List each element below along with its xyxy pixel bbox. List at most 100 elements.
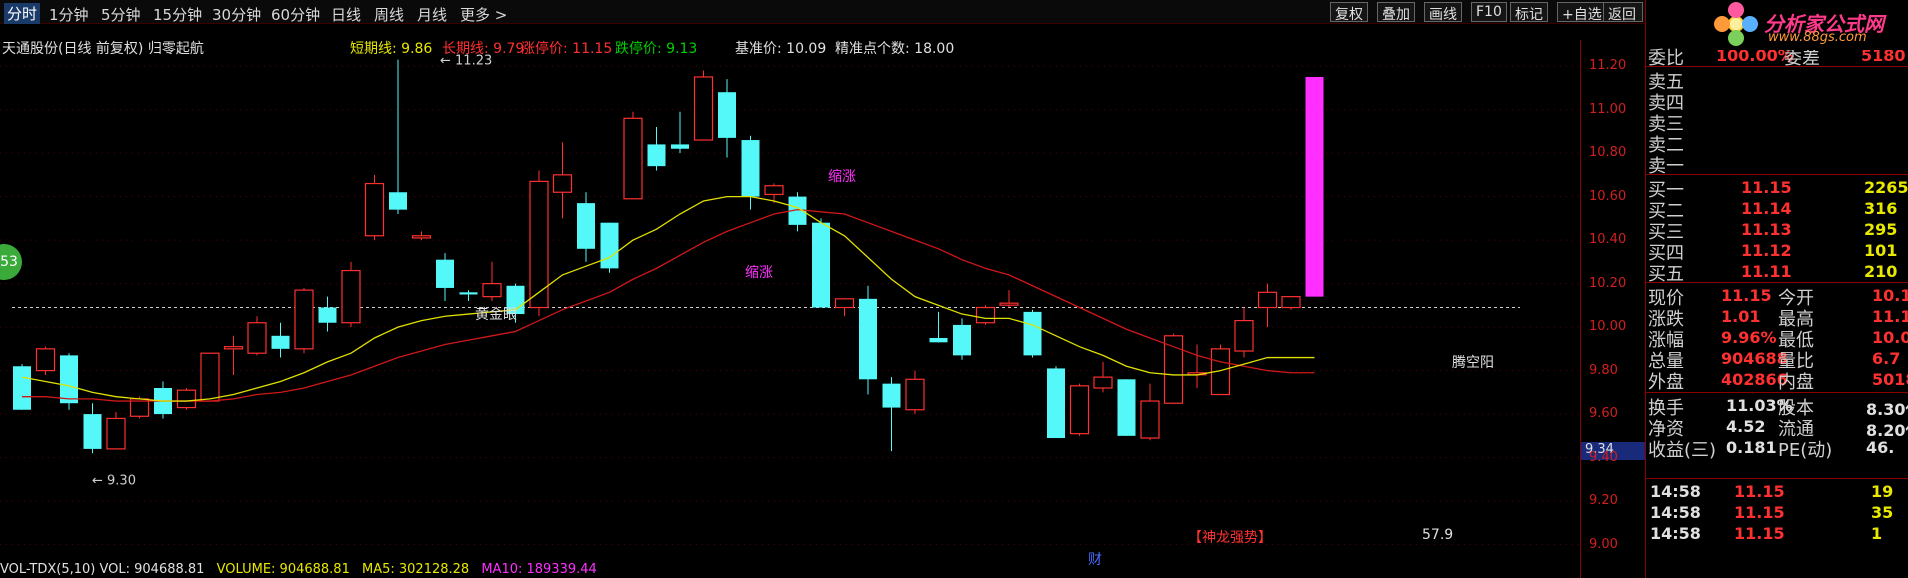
candle-body <box>693 76 714 141</box>
adjust-button[interactable]: 复权 <box>1330 2 1368 23</box>
candle-body <box>623 117 643 200</box>
stat-value: 9.96% <box>1721 328 1777 347</box>
panel-divider <box>1646 174 1908 175</box>
price-tick: 11.20 <box>1589 58 1627 74</box>
candle-body <box>905 378 925 411</box>
price-tick: 11.00 <box>1589 101 1627 117</box>
buy-volume: 101 <box>1864 241 1898 260</box>
price-tick: 9.80 <box>1589 362 1618 378</box>
tab-60min[interactable]: 60分钟 <box>271 4 320 25</box>
tick-time: 14:58 <box>1650 524 1701 543</box>
tick-volume: 1 <box>1871 524 1883 543</box>
tick-price: 11.15 <box>1734 482 1785 501</box>
stat-value: 11.15 <box>1721 286 1772 305</box>
candle-body <box>13 366 31 410</box>
panel-divider <box>1646 392 1908 393</box>
price-tick: 9.60 <box>1589 406 1618 422</box>
candle-body <box>60 355 78 404</box>
candle-body <box>411 235 432 239</box>
candle-body <box>318 307 337 323</box>
candle-body <box>975 306 996 324</box>
price-tick: 10.00 <box>1589 319 1627 335</box>
candle-body <box>83 414 102 449</box>
volume-label: VOLUME: 904688.81 <box>216 562 350 577</box>
tab-monthly[interactable]: 月线 <box>417 4 447 25</box>
candle-body <box>953 324 971 356</box>
quote-panel: 委比 100.00% 委差 5180 卖五 卖四 卖三 卖二 卖一 买一 11.15 2265… <box>1645 0 1908 578</box>
mark-button[interactable]: 标记 <box>1510 2 1548 23</box>
candle-body <box>1140 400 1160 439</box>
panel-divider <box>1646 66 1908 67</box>
indicator-value: 57.9 <box>1422 527 1454 543</box>
tick-price: 11.15 <box>1734 524 1785 543</box>
tab-5min[interactable]: 5分钟 <box>101 4 141 25</box>
overlay-button[interactable]: 叠加 <box>1377 2 1415 23</box>
candlestick-chart[interactable]: ← 11.23 ← 9.30 <box>0 40 1580 562</box>
candle-body <box>176 389 197 409</box>
candle-body <box>718 92 736 138</box>
ma5-label: MA5: 302128.28 <box>361 562 470 577</box>
panel-divider <box>1646 478 1908 479</box>
candle-body <box>1047 368 1065 439</box>
buy-price: 11.11 <box>1741 262 1792 281</box>
candle-body <box>882 383 901 408</box>
timeframe-toolbar: 分时 1分钟 5分钟 15分钟 30分钟 60分钟 日线 周线 月线 更多 > … <box>0 0 1645 24</box>
candle-body <box>1093 376 1113 389</box>
price-axis: 9.34 11.20 11.00 10.80 10.60 10.40 10.20 10.00… <box>1580 40 1646 578</box>
tab-15min[interactable]: 15分钟 <box>153 4 202 25</box>
candle-body <box>1234 319 1254 352</box>
candle-body <box>529 180 549 309</box>
stat-label: 外盘 <box>1648 372 1684 393</box>
candle-body <box>482 283 502 298</box>
tick-time: 14:58 <box>1650 503 1701 522</box>
candle-body <box>459 292 478 295</box>
price-tick: 10.40 <box>1589 232 1627 248</box>
candle-body <box>671 144 689 149</box>
stat-value: 10.1 <box>1872 286 1908 305</box>
tab-timeshare[interactable]: 分时 <box>4 3 41 24</box>
trend-label: 【神龙强势】 <box>1188 530 1272 546</box>
stat-value: 6.7 <box>1872 349 1901 368</box>
ma10-label: MA10: 189339.44 <box>481 562 597 577</box>
price-tick: 10.20 <box>1589 275 1627 291</box>
stock-chart-window: 分时 1分钟 5分钟 15分钟 30分钟 60分钟 日线 周线 月线 更多 > … <box>0 0 1908 578</box>
buy-price: 11.13 <box>1741 220 1792 239</box>
candle-body <box>1069 385 1090 435</box>
candle-body <box>999 302 1019 306</box>
low-price-label: ← 9.30 <box>92 473 136 488</box>
tab-daily[interactable]: 日线 <box>331 4 361 25</box>
candle-body <box>1023 311 1042 356</box>
candle-body <box>294 289 314 350</box>
extra-value: 4.52 <box>1726 417 1766 436</box>
draw-button[interactable]: 画线 <box>1424 2 1462 23</box>
candle-body <box>341 269 361 324</box>
buy-volume: 295 <box>1864 220 1898 239</box>
tab-weekly[interactable]: 周线 <box>374 4 404 25</box>
buy-price: 11.15 <box>1741 178 1792 197</box>
tick-volume: 35 <box>1871 503 1894 522</box>
add-favorite-button[interactable]: +自选 <box>1557 2 1607 23</box>
high-price-label: ← 11.23 <box>440 54 492 69</box>
back-button[interactable]: 返回 <box>1603 2 1643 23</box>
buy-volume: 316 <box>1864 199 1898 218</box>
tab-1min[interactable]: 1分钟 <box>49 4 89 25</box>
soaring-yang-label: 腾空阳 <box>1452 355 1494 371</box>
candle-body <box>834 298 855 309</box>
candle-body <box>35 348 56 372</box>
finance-icon[interactable]: 财 <box>1088 549 1102 569</box>
candle-body <box>764 185 784 196</box>
stat-value: 1.01 <box>1721 307 1761 326</box>
vol-label: VOL-TDX(5,10) VOL: 904688.81 <box>0 562 205 577</box>
candle-body <box>1305 76 1324 297</box>
tab-more[interactable]: 更多 > <box>460 4 507 25</box>
candle-body <box>741 140 760 197</box>
extra-label: PE(动) <box>1778 440 1833 461</box>
candle-body <box>247 322 267 354</box>
candle-body <box>1117 379 1136 436</box>
candle-body <box>577 203 595 249</box>
buy-volume: 210 <box>1864 262 1898 281</box>
stat-label: 内盘 <box>1778 372 1814 393</box>
f10-button[interactable]: F10 <box>1471 2 1507 22</box>
tick-time: 14:58 <box>1650 482 1701 501</box>
tab-30min[interactable]: 30分钟 <box>212 4 261 25</box>
